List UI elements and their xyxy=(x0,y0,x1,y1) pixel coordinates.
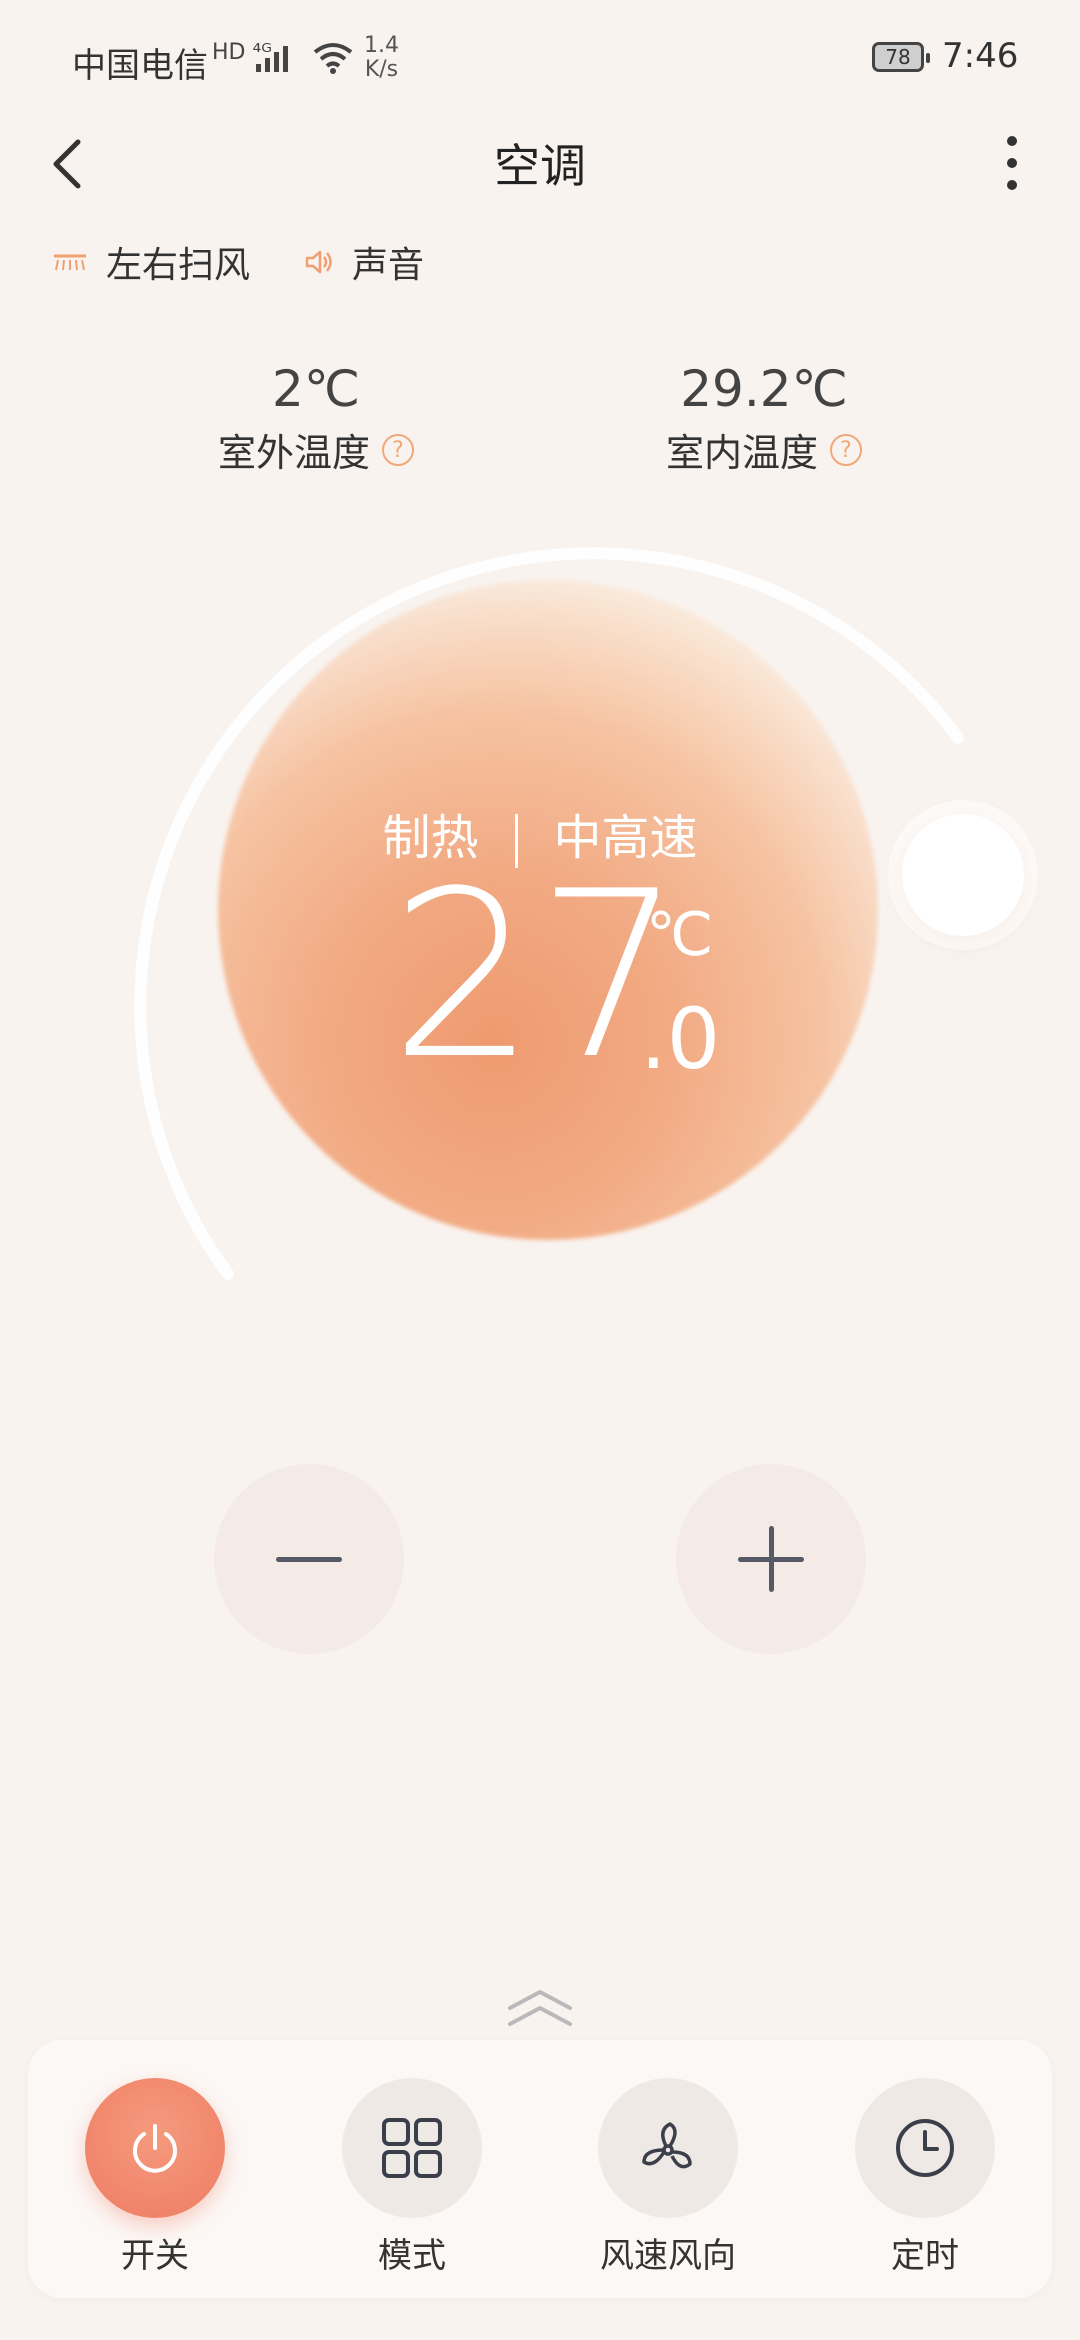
status-time: 7:46 xyxy=(942,36,1019,76)
timer-label: 定时 xyxy=(891,2236,959,2276)
indoor-temp-label: 室内温度 xyxy=(665,431,818,475)
power-label: 开关 xyxy=(121,2236,189,2276)
swing-toggle[interactable]: 左右扫风 xyxy=(52,234,250,290)
page-title: 空调 xyxy=(494,139,586,193)
decrease-temp-button[interactable] xyxy=(214,1464,404,1654)
net-speed-unit: K/s xyxy=(364,57,399,82)
minus-icon xyxy=(276,1557,342,1562)
timer-button[interactable] xyxy=(855,2078,995,2218)
timer-control[interactable]: 定时 xyxy=(825,2078,1025,2277)
clock-icon xyxy=(896,2119,954,2177)
power-icon xyxy=(133,2124,177,2173)
more-options-button[interactable] xyxy=(990,128,1034,198)
help-icon[interactable]: ? xyxy=(382,433,414,466)
mode-button[interactable] xyxy=(342,2078,482,2218)
fan-icon xyxy=(642,2122,692,2169)
fan-control[interactable]: 风速风向 xyxy=(568,2078,768,2277)
net-speed-value: 1.4 xyxy=(364,33,399,58)
expand-up-icon[interactable] xyxy=(506,1986,574,2030)
plus-icon-vertical xyxy=(769,1526,774,1592)
sound-toggle[interactable]: 声音 xyxy=(304,234,424,290)
fan-label: 风速风向 xyxy=(600,2236,736,2276)
help-icon[interactable]: ? xyxy=(830,433,862,466)
set-temperature-unit: ℃ xyxy=(646,900,714,970)
increase-temp-button[interactable] xyxy=(676,1464,866,1654)
battery-indicator: 78 xyxy=(872,42,930,72)
grid-icon xyxy=(382,2118,442,2178)
outdoor-temp-label: 室外温度 xyxy=(217,431,370,475)
swing-label: 左右扫风 xyxy=(106,245,251,286)
mode-control[interactable]: 模式 xyxy=(312,2078,512,2277)
speaker-icon xyxy=(305,250,332,274)
outdoor-temp: 2℃ 室外温度 ? xyxy=(136,360,496,477)
wifi-icon xyxy=(313,43,353,74)
outdoor-temp-value: 2℃ xyxy=(272,360,360,418)
fan-button[interactable] xyxy=(598,2078,738,2218)
carrier-name: 中国电信 xyxy=(72,46,208,86)
set-temperature: 27 xyxy=(390,843,683,1110)
network-speed: 1.4 K/s xyxy=(364,34,399,82)
sound-label: 声音 xyxy=(352,245,425,286)
power-control[interactable]: 开关 xyxy=(55,2078,255,2277)
more-dot-icon xyxy=(1007,136,1017,146)
indoor-temp: 29.2℃ 室内温度 ? xyxy=(584,360,944,477)
swing-icon xyxy=(54,254,86,271)
indoor-temp-value: 29.2℃ xyxy=(680,360,848,418)
mode-label: 模式 xyxy=(378,2236,446,2276)
signal-icon xyxy=(256,46,288,72)
power-button[interactable] xyxy=(85,2078,225,2218)
dial-handle[interactable] xyxy=(902,814,1024,936)
set-temperature-decimal: .0 xyxy=(640,990,721,1088)
more-dot-icon xyxy=(1007,180,1017,190)
more-dot-icon xyxy=(1007,158,1017,168)
